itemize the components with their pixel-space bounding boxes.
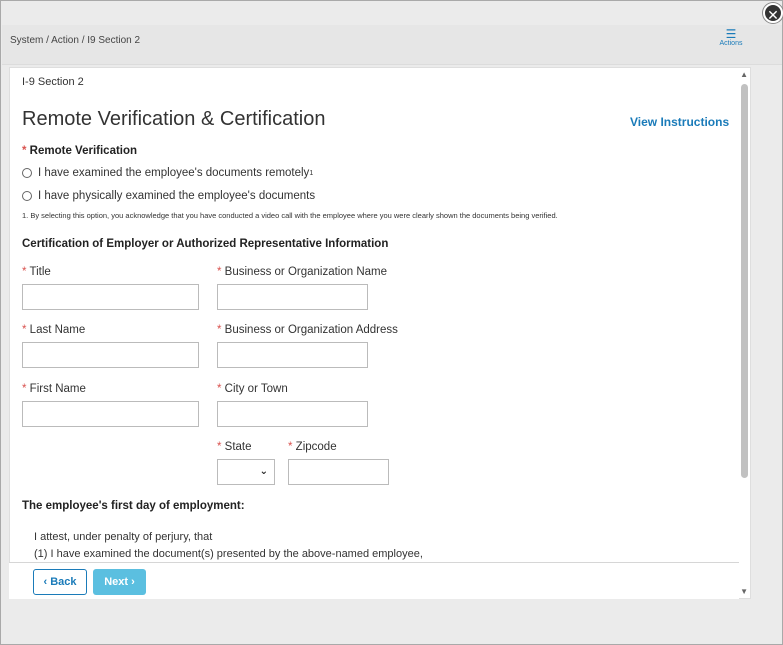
last-name-input[interactable]: [22, 342, 199, 368]
state-select[interactable]: ⌄: [217, 459, 275, 485]
radio-physical-label: I have physically examined the employee'…: [38, 190, 316, 202]
title-input[interactable]: [22, 284, 199, 310]
certification-heading: Certification of Employer or Authorized …: [22, 238, 389, 250]
scrollbar[interactable]: ▲ ▼: [738, 68, 750, 598]
attest-line-1: I attest, under penalty of perjury, that: [34, 531, 213, 543]
page-title: Remote Verification & Certification: [22, 108, 326, 130]
state-label: * State: [217, 441, 252, 453]
breadcrumb: System / Action / I9 Section 2: [10, 35, 141, 46]
radio-remote[interactable]: I have examined the employee's documents…: [22, 167, 313, 179]
form-footer: ‹ Back Next ›: [9, 562, 739, 599]
radio-physical[interactable]: I have physically examined the employee'…: [22, 190, 315, 202]
zipcode-input[interactable]: [288, 459, 389, 485]
required-marker: *: [22, 145, 30, 157]
view-instructions-link[interactable]: View Instructions: [630, 115, 729, 129]
business-name-label: * Business or Organization Name: [217, 266, 388, 278]
radio-remote-label: I have examined the employee's documents…: [38, 167, 310, 179]
business-name-input[interactable]: [217, 284, 368, 310]
chevron-left-icon: ‹: [43, 576, 48, 588]
next-button[interactable]: Next ›: [93, 569, 146, 595]
zipcode-label: * Zipcode: [288, 441, 337, 453]
first-day-label: The employee's first day of employment:: [22, 500, 245, 512]
city-label: * City or Town: [217, 383, 288, 395]
chevron-down-icon: ⌄: [259, 466, 268, 477]
attest-line-2: (1) I have examined the document(s) pres…: [34, 548, 423, 560]
chevron-right-icon: ›: [131, 576, 135, 588]
city-input[interactable]: [217, 401, 368, 427]
scroll-down-icon[interactable]: ▼: [740, 587, 748, 596]
first-name-input[interactable]: [22, 401, 199, 427]
last-name-label: * Last Name: [22, 324, 86, 336]
first-name-label: * First Name: [22, 383, 86, 395]
section-label: I-9 Section 2: [22, 76, 84, 88]
business-address-input[interactable]: [217, 342, 368, 368]
scroll-up-icon[interactable]: ▲: [740, 70, 748, 79]
scrollbar-thumb[interactable]: [741, 84, 748, 478]
title-label: * Title: [22, 266, 51, 278]
close-icon[interactable]: ✕: [763, 3, 783, 23]
actions-label: Actions: [719, 40, 743, 47]
top-bar: System / Action / I9 Section 2 ☰ Actions: [2, 25, 782, 65]
business-address-label: * Business or Organization Address: [217, 324, 398, 336]
footnote: 1. By selecting this option, you acknowl…: [22, 211, 558, 220]
actions-button[interactable]: ☰ Actions: [714, 28, 748, 47]
radio-button[interactable]: [22, 191, 32, 201]
radio-button[interactable]: [22, 168, 32, 178]
remote-verification-label: * Remote Verification: [22, 145, 138, 157]
menu-icon: ☰: [725, 27, 737, 41]
back-button[interactable]: ‹ Back: [33, 569, 87, 595]
dialog-frame: ✕ System / Action / I9 Section 2 ☰ Actio…: [0, 0, 783, 645]
form-panel: I-9 Section 2 Remote Verification & Cert…: [9, 67, 751, 599]
